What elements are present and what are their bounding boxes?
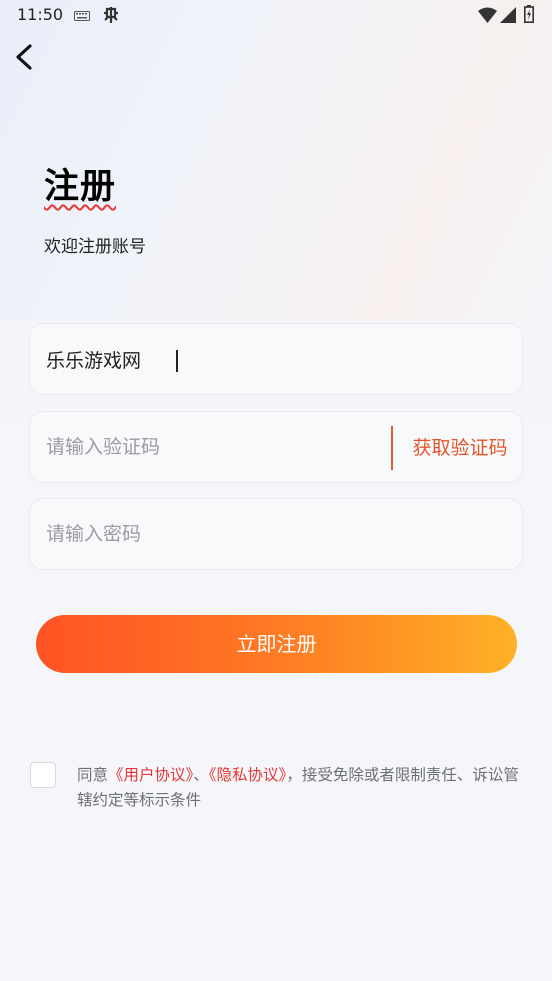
background-wash xyxy=(0,0,552,320)
privacy-agreement-link[interactable]: 《隐私协议》 xyxy=(209,766,287,784)
agreement-separator: 、 xyxy=(193,766,209,784)
account-input[interactable] xyxy=(46,324,376,394)
agreement-checkbox[interactable] xyxy=(30,762,56,788)
register-button[interactable]: 立即注册 xyxy=(36,615,517,673)
account-field xyxy=(29,323,523,395)
signal-icon xyxy=(500,7,516,23)
code-field: 获取验证码 xyxy=(29,411,523,483)
battery-icon xyxy=(524,5,534,23)
back-button[interactable] xyxy=(8,40,38,74)
verification-code-input[interactable] xyxy=(46,412,376,482)
wifi-icon xyxy=(478,7,497,23)
page-title: 注册 xyxy=(44,167,117,207)
keyboard-icon xyxy=(74,11,90,21)
agreement-text: 同意《用户协议》、《隐私协议》，接受免除或者限制责任、诉讼管辖约定等标示条件 xyxy=(77,763,527,813)
status-bar: 11:50 xyxy=(0,0,552,32)
page-subtitle: 欢迎注册账号 xyxy=(44,237,146,257)
chevron-left-icon xyxy=(16,44,32,70)
agreement-prefix: 同意 xyxy=(77,766,109,784)
get-code-button[interactable]: 获取验证码 xyxy=(402,412,518,484)
debug-icon xyxy=(104,7,118,23)
password-input[interactable] xyxy=(46,499,376,569)
text-caret xyxy=(176,350,178,372)
code-divider xyxy=(391,426,393,470)
user-agreement-link[interactable]: 《用户协议》 xyxy=(108,766,193,784)
status-time: 11:50 xyxy=(17,5,64,24)
password-field xyxy=(29,498,523,570)
